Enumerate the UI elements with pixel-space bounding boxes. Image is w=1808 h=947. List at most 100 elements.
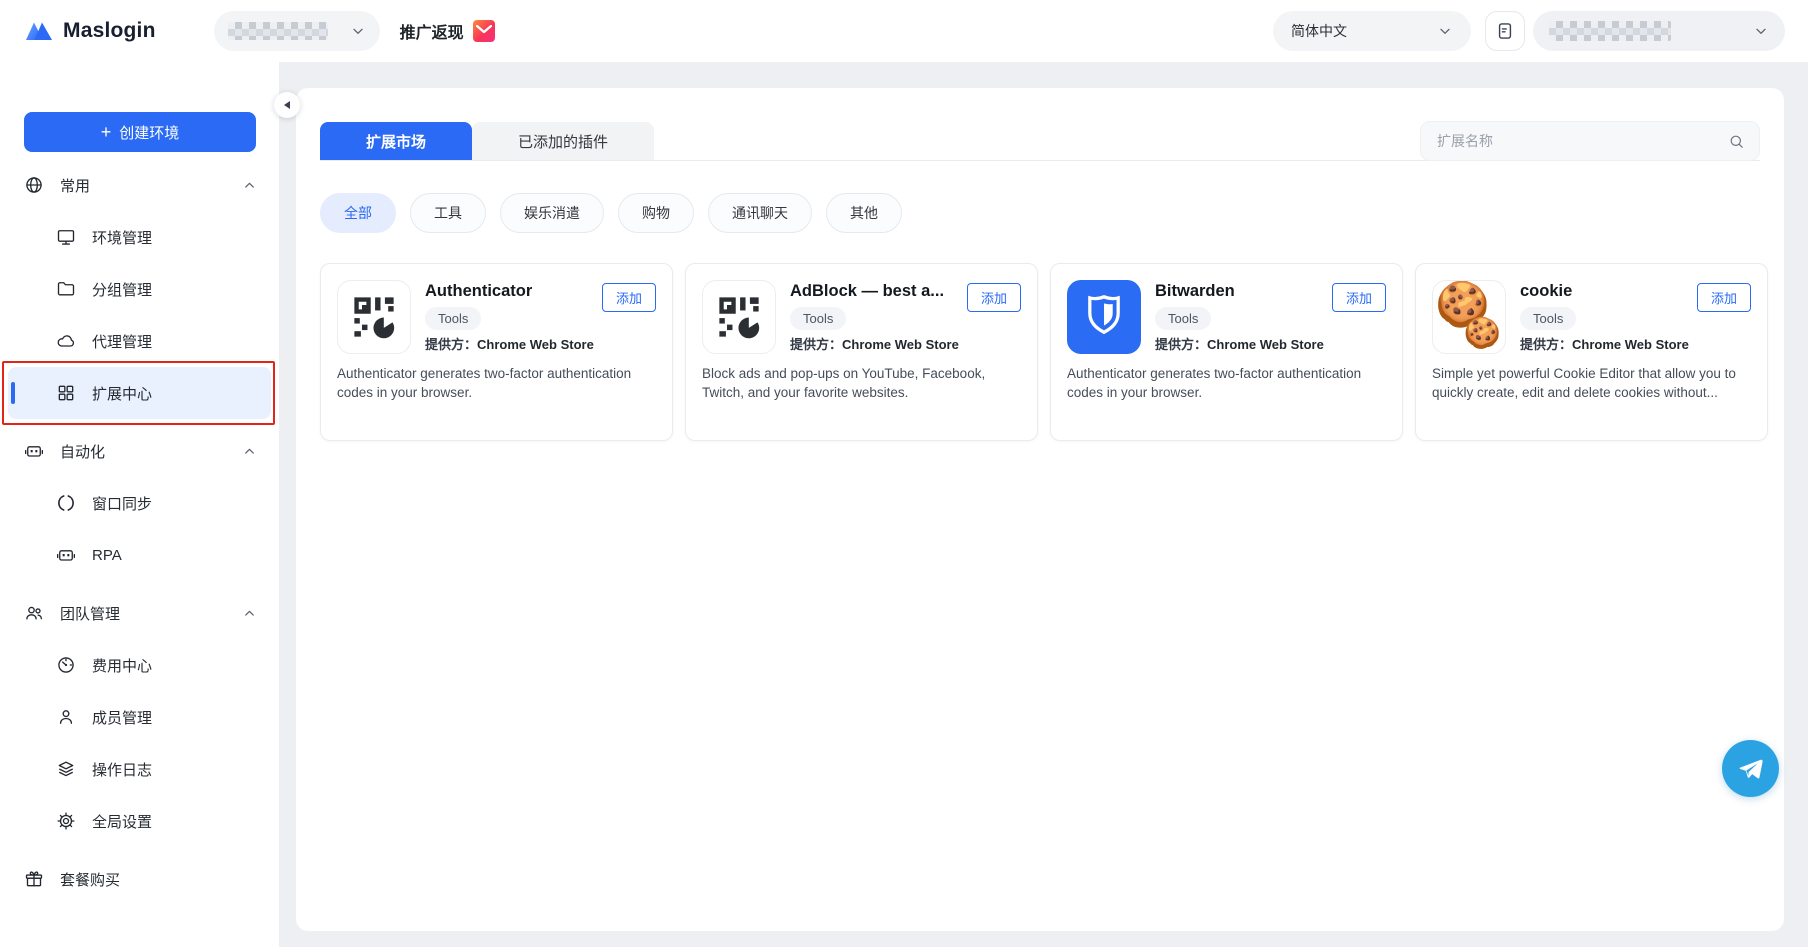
sidebar-collapse-button[interactable] [274,92,300,118]
user-account-dropdown[interactable] [1533,11,1785,51]
layers-icon [56,759,76,779]
provider-value: Chrome Web Store [1572,337,1689,352]
chevron-down-icon [1437,23,1453,39]
globe-icon [24,175,44,195]
extension-card-authenticator: Authenticator Tools 提供方：Chrome Web Store Au… [320,263,673,441]
sidebar-item-operation-logs[interactable]: 操作日志 [0,743,279,795]
chevron-down-icon [350,23,366,39]
add-extension-button[interactable]: 添加 [601,283,656,312]
extension-card-cookie: 🍪 🍪 cookie Tools 提供方：Chrome Web Store Simple … [1415,263,1768,441]
filter-tools[interactable]: 工具 [410,193,486,233]
robot-icon [24,441,44,461]
filter-all[interactable]: 全部 [320,193,396,233]
sidebar-item-label: 窗口同步 [92,495,153,513]
category-tag: Tools [1155,307,1212,330]
docs-button[interactable] [1485,11,1525,51]
filter-entertainment[interactable]: 娱乐消遣 [500,193,604,233]
red-packet-icon [472,20,495,42]
cookie-emoji: 🍪 [1463,317,1501,350]
promo-cashback-link[interactable]: 推广返现 [400,19,495,43]
sidebar-item-global-settings[interactable]: 全局设置 [0,795,279,847]
extension-center-panel: 扩展市场已添加的插件 全部工具娱乐消遣购物通讯聊天其他 Authenticato… [296,88,1784,931]
sidebar-nav: 常用环境管理分组管理代理管理 扩展中心自动化窗口同步 RPA 团队管理费用中心成员管理… [0,159,279,905]
active-indicator-bar [11,382,15,404]
search-icon[interactable] [1728,133,1745,150]
extension-description: Authenticator generates two-factor authe… [1067,366,1362,400]
extension-card-adblock: AdBlock — best a... Tools 提供方：Chrome Web S… [685,263,1038,441]
workspace-dropdown[interactable] [213,11,380,51]
add-extension-button[interactable]: 添加 [1331,283,1386,312]
gift-icon [24,869,44,889]
create-environment-button[interactable]: + 创建环境 [24,112,256,152]
brand-logo[interactable]: Maslogin [24,18,156,44]
language-label: 简体中文 [1291,23,1347,39]
sidebar-item-env-management[interactable]: 环境管理 [0,211,279,263]
sidebar-section-team-management[interactable]: 团队管理 [0,587,279,639]
language-selector[interactable]: 简体中文 [1273,11,1471,51]
sidebar-item-extension-center[interactable]: 扩展中心 [2,361,275,425]
sidebar-item-label: 分组管理 [92,281,153,299]
sidebar-item-group-management[interactable]: 分组管理 [0,263,279,315]
sidebar-item-label: 成员管理 [92,709,153,727]
telegram-plane-icon [1736,754,1766,784]
extension-title: cookie [1520,282,1573,300]
sidebar-item-billing-center[interactable]: 费用中心 [0,639,279,691]
category-tag: Tools [1520,307,1577,330]
top-bar: Maslogin 推广返现 简体中文 [0,0,1808,62]
extension-title: Bitwarden [1155,282,1235,300]
chevron-up-icon [242,178,257,193]
triangle-left-icon [283,100,291,110]
extension-search-box [1420,121,1760,161]
qr-code-icon [702,280,776,354]
sidebar-item-label: 环境管理 [92,229,153,247]
add-extension-button[interactable]: 添加 [1696,283,1751,312]
grid-icon [56,383,76,403]
qr-code-icon [337,280,411,354]
category-tag: Tools [790,307,847,330]
extension-card-bitwarden: Bitwarden Tools 提供方：Chrome Web Store Authen… [1050,263,1403,441]
sidebar-item-plan-purchase[interactable]: 套餐购买 [0,853,279,905]
extension-description: Block ads and pop-ups on YouTube, Facebo… [702,366,986,400]
sidebar-item-window-sync[interactable]: 窗口同步 [0,477,279,529]
chevron-down-icon [1753,23,1769,39]
add-extension-button[interactable]: 添加 [966,283,1021,312]
gauge-icon [56,655,76,675]
sidebar-item-label: 全局设置 [92,813,153,831]
filter-shopping[interactable]: 购物 [618,193,694,233]
sidebar-section-common[interactable]: 常用 [0,159,279,211]
extension-search-input[interactable] [1437,133,1728,149]
category-tag: Tools [425,307,482,330]
chevron-up-icon [242,606,257,621]
provider-label: 提供方： [1155,337,1208,352]
tab-market[interactable]: 扩展市场 [320,122,473,160]
sidebar-section-automation[interactable]: 自动化 [0,425,279,477]
sidebar-item-label: 费用中心 [92,657,153,675]
cloud-icon [56,331,76,351]
sidebar-section-label: 自动化 [60,443,106,461]
sidebar: + 创建环境 常用环境管理分组管理代理管理 扩展中心自动化窗口同步 RPA 团队管理费… [0,62,280,947]
provider-value: Chrome Web Store [1207,337,1324,352]
filter-other[interactable]: 其他 [826,193,902,233]
sidebar-item-rpa[interactable]: RPA [0,529,279,581]
sidebar-item-proxy-management[interactable]: 代理管理 [0,315,279,367]
extension-description: Simple yet powerful Cookie Editor that a… [1432,366,1736,400]
sidebar-item-member-management[interactable]: 成员管理 [0,691,279,743]
provider-label: 提供方： [1520,337,1573,352]
telegram-fab[interactable] [1722,740,1779,797]
provider-label: 提供方： [425,337,478,352]
provider-line: 提供方：Chrome Web Store [425,337,600,354]
extension-description: Authenticator generates two-factor authe… [337,366,632,400]
chevron-up-icon [242,444,257,459]
gear-icon [56,811,76,831]
sync-icon [56,493,76,513]
sidebar-item-label: 操作日志 [92,761,153,779]
provider-line: 提供方：Chrome Web Store [1155,337,1330,354]
redacted-account-name [1549,21,1671,41]
tab-installed[interactable]: 已添加的插件 [472,122,655,160]
maslogin-logo-icon [24,18,54,44]
cookie-icon: 🍪 🍪 [1432,280,1506,354]
filter-communication[interactable]: 通讯聊天 [708,193,812,233]
provider-line: 提供方：Chrome Web Store [790,337,965,354]
provider-value: Chrome Web Store [842,337,959,352]
redacted-workspace-name [227,22,328,40]
